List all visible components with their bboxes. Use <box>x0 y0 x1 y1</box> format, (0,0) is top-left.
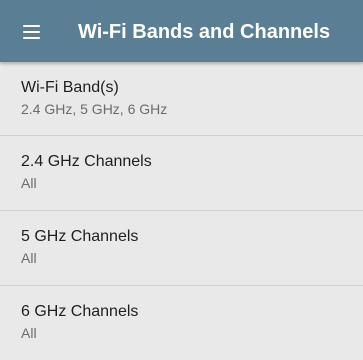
setting-value: All <box>21 250 37 266</box>
setting-label: Wi-Fi Band(s) <box>21 79 119 96</box>
setting-value: All <box>21 175 37 191</box>
setting-label: 2.4 GHz Channels <box>21 153 152 170</box>
setting-label: 5 GHz Channels <box>21 228 139 245</box>
setting-2-4ghz-channels[interactable]: 2.4 GHz Channels All <box>0 136 363 211</box>
hamburger-menu-icon[interactable] <box>14 17 42 45</box>
app-window: Wi-Fi Bands and Channels Wi-Fi Band(s) 2… <box>0 0 363 352</box>
settings-list: Wi-Fi Band(s) 2.4 GHz, 5 GHz, 6 GHz 2.4 … <box>0 62 363 360</box>
setting-wifi-bands[interactable]: Wi-Fi Band(s) 2.4 GHz, 5 GHz, 6 GHz <box>0 62 363 136</box>
setting-value: 2.4 GHz, 5 GHz, 6 GHz <box>21 101 168 117</box>
setting-5ghz-channels[interactable]: 5 GHz Channels All <box>0 211 363 286</box>
app-bar: Wi-Fi Bands and Channels <box>0 0 363 62</box>
setting-value: All <box>21 325 37 341</box>
menu-line-top <box>23 25 40 27</box>
menu-line-middle <box>23 31 40 33</box>
page-title: Wi-Fi Bands and Channels <box>78 21 331 43</box>
setting-label: 6 GHz Channels <box>21 303 139 320</box>
setting-6ghz-channels[interactable]: 6 GHz Channels All <box>0 286 363 360</box>
menu-line-bottom <box>23 37 40 39</box>
